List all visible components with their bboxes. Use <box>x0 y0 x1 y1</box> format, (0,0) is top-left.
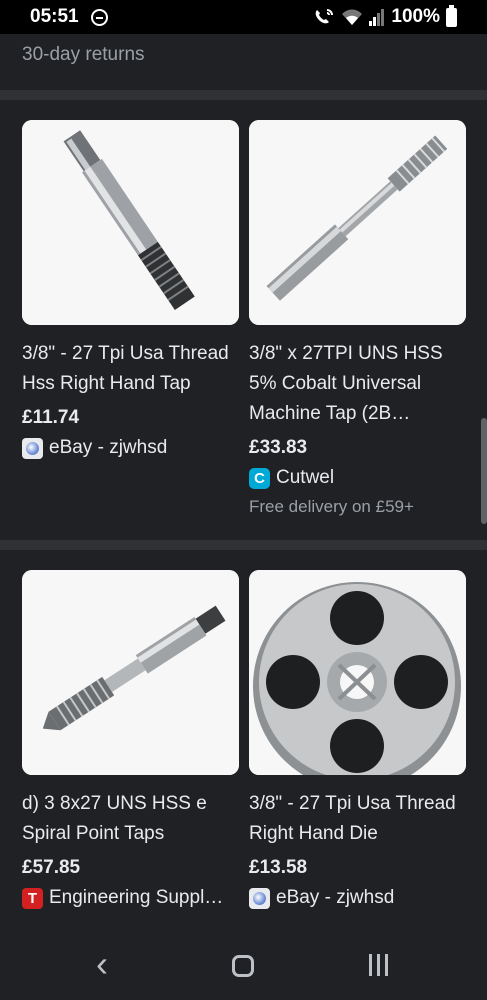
cutwel-icon: C <box>249 467 270 489</box>
product-image[interactable] <box>22 570 239 775</box>
home-icon[interactable] <box>232 955 254 977</box>
do-not-disturb-icon <box>91 9 108 26</box>
status-icons: 100% <box>313 4 457 28</box>
seller-name: Cutwel <box>276 467 335 488</box>
section-divider <box>0 540 487 550</box>
product-card[interactable]: d) 3 8x27 UNS HSS e Spiral Point Taps £5… <box>22 570 239 909</box>
product-image[interactable] <box>249 570 466 775</box>
battery-icon <box>446 4 457 27</box>
product-price: £57.85 <box>22 857 81 878</box>
product-price: £11.74 <box>22 407 80 428</box>
product-price: £33.83 <box>249 437 308 458</box>
product-title[interactable]: 3/8" x 27TPI UNS HSS 5% Cobalt Universal… <box>249 339 466 429</box>
product-card[interactable]: 3/8" - 27 Tpi Usa Thread Right Hand Die … <box>249 570 466 909</box>
ebay-icon <box>249 887 270 909</box>
seller: T Engineering Suppl… <box>22 887 239 909</box>
product-image[interactable] <box>22 120 239 325</box>
navigation-bar: ‹ <box>0 934 487 1000</box>
seller: C Cutwel <box>249 467 466 489</box>
seller: eBay - zjwhsd <box>22 437 239 459</box>
product-title[interactable]: 3/8" - 27 Tpi Usa Thread Hss Right Hand … <box>22 339 239 399</box>
status-time: 05:51 <box>30 6 79 27</box>
returns-info: 30-day returns <box>22 44 145 65</box>
engineering-supplies-icon: T <box>22 887 43 909</box>
product-title[interactable]: d) 3 8x27 UNS HSS e Spiral Point Taps <box>22 789 239 849</box>
seller: eBay - zjwhsd <box>249 887 466 909</box>
product-title[interactable]: 3/8" - 27 Tpi Usa Thread Right Hand Die <box>249 789 466 849</box>
seller-name: Engineering Suppl… <box>49 887 224 908</box>
product-card[interactable]: 3/8" - 27 Tpi Usa Thread Hss Right Hand … <box>22 120 239 459</box>
product-card[interactable]: 3/8" x 27TPI UNS HSS 5% Cobalt Universal… <box>249 120 466 517</box>
recents-icon[interactable] <box>369 954 388 976</box>
signal-icon <box>369 8 385 26</box>
delivery-info: Free delivery on £59+ <box>249 497 414 516</box>
status-bar: 05:51 100% <box>0 0 487 34</box>
scrollbar[interactable] <box>481 418 487 524</box>
seller-name: eBay - zjwhsd <box>276 887 395 908</box>
ebay-icon <box>22 437 43 459</box>
wifi-icon <box>341 8 363 26</box>
back-icon[interactable]: ‹ <box>96 946 108 982</box>
product-image[interactable] <box>249 120 466 325</box>
wifi-calling-icon <box>313 8 335 26</box>
seller-name: eBay - zjwhsd <box>49 437 168 458</box>
battery-percent: 100% <box>391 6 440 27</box>
product-price: £13.58 <box>249 857 308 878</box>
section-divider <box>0 90 487 100</box>
